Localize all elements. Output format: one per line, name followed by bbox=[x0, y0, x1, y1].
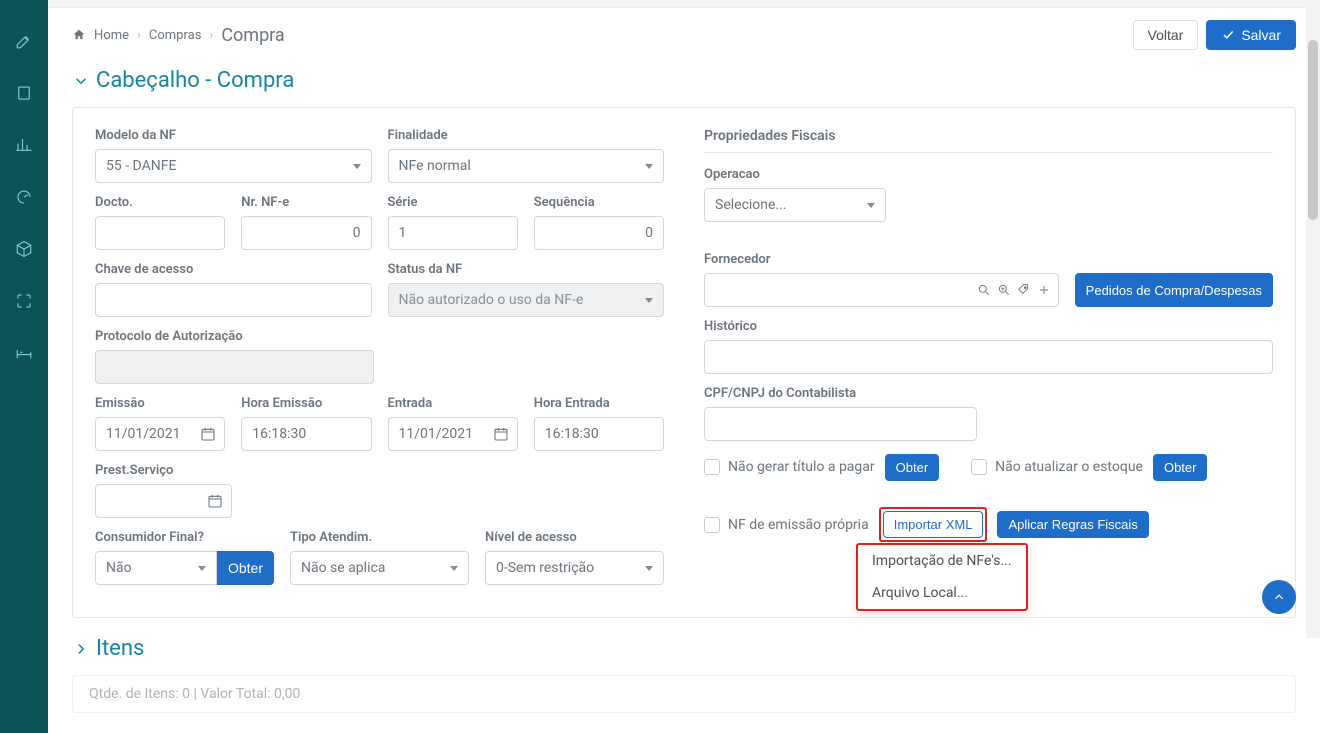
obter-titulo-button[interactable]: Obter bbox=[885, 454, 940, 481]
label-emissao: Emissão bbox=[95, 396, 225, 411]
breadcrumb-compras[interactable]: Compras bbox=[149, 28, 202, 43]
scroll-top-button[interactable] bbox=[1262, 580, 1296, 614]
calendar-icon bbox=[207, 493, 223, 509]
dropdown-item-arquivo-local[interactable]: Arquivo Local... bbox=[858, 577, 1026, 609]
main: Home › Compras › Compra Voltar Salvar Ca… bbox=[48, 0, 1320, 733]
label-chave: Chave de acesso bbox=[95, 262, 372, 277]
input-hora-emissao[interactable]: 16:18:30 bbox=[241, 417, 371, 451]
label-fornecedor: Fornecedor bbox=[704, 252, 1059, 267]
input-sequencia[interactable]: 0 bbox=[534, 216, 664, 250]
scrollbar[interactable] bbox=[1306, 0, 1320, 638]
input-prest-servico[interactable] bbox=[95, 484, 232, 518]
calendar-icon bbox=[200, 426, 216, 442]
obter-estoque-button[interactable]: Obter bbox=[1153, 454, 1208, 481]
salvar-label: Salvar bbox=[1241, 27, 1281, 43]
input-nr-nfe[interactable]: 0 bbox=[241, 216, 371, 250]
nav-box-icon[interactable] bbox=[13, 238, 35, 260]
label-hora-entrada: Hora Entrada bbox=[534, 396, 664, 411]
checkbox-nao-atualizar-estoque[interactable] bbox=[971, 459, 987, 475]
label-consumidor-final: Consumidor Final? bbox=[95, 530, 274, 545]
label-nivel-acesso: Nível de acesso bbox=[485, 530, 664, 545]
nav-hotel-icon[interactable] bbox=[13, 342, 35, 364]
label-tipo-atendim: Tipo Atendim. bbox=[290, 530, 469, 545]
label-entrada: Entrada bbox=[388, 396, 518, 411]
nav-document-icon[interactable] bbox=[13, 82, 35, 104]
select-nivel-acesso[interactable]: 0-Sem restrição bbox=[485, 551, 664, 585]
importar-xml-dropdown: Importação de NFe's... Arquivo Local... bbox=[856, 543, 1028, 611]
sidebar bbox=[0, 0, 48, 733]
nav-chart-icon[interactable] bbox=[13, 134, 35, 156]
select-finalidade[interactable]: NFe normal bbox=[388, 149, 665, 183]
label-historico: Histórico bbox=[704, 319, 1273, 334]
chevron-down-icon bbox=[72, 72, 90, 90]
checkbox-nf-emissao-propria[interactable] bbox=[704, 517, 720, 533]
select-status-nf: Não autorizado o uso da NF-e bbox=[388, 283, 665, 317]
label-nao-gerar-titulo: Não gerar título a pagar bbox=[728, 459, 875, 475]
input-chave[interactable] bbox=[95, 283, 372, 317]
right-column: Propriedades Fiscais Operacao Selecione.… bbox=[704, 128, 1273, 597]
label-nf-emissao-propria: NF de emissão própria bbox=[728, 517, 869, 533]
scrollbar-thumb[interactable] bbox=[1308, 40, 1318, 220]
label-status-nf: Status da NF bbox=[388, 262, 665, 277]
label-nao-atualizar-estoque: Não atualizar o estoque bbox=[995, 459, 1143, 475]
select-operacao[interactable]: Selecione... bbox=[704, 188, 886, 222]
select-modelo-nf[interactable]: 55 - DANFE bbox=[95, 149, 372, 183]
label-prest-servico: Prest.Serviço bbox=[95, 463, 232, 478]
voltar-button[interactable]: Voltar bbox=[1133, 20, 1199, 50]
label-sequencia: Sequência bbox=[534, 195, 664, 210]
select-consumidor-final[interactable]: Não bbox=[95, 551, 217, 585]
label-modelo-nf: Modelo da NF bbox=[95, 128, 372, 143]
chevron-right-icon bbox=[72, 640, 90, 658]
input-serie[interactable]: 1 bbox=[388, 216, 518, 250]
input-historico[interactable] bbox=[704, 340, 1273, 374]
label-protocolo: Protocolo de Autorização bbox=[95, 329, 374, 344]
breadcrumb: Home › Compras › Compra bbox=[72, 25, 285, 46]
label-finalidade: Finalidade bbox=[388, 128, 665, 143]
input-cpf-cnpj[interactable] bbox=[704, 407, 977, 441]
dropdown-item-importacao-nfes[interactable]: Importação de NFe's... bbox=[858, 545, 1026, 577]
plus-icon[interactable] bbox=[1037, 283, 1051, 297]
salvar-button[interactable]: Salvar bbox=[1206, 20, 1296, 50]
nav-dashboard-icon[interactable] bbox=[13, 186, 35, 208]
itens-footer: Qtde. de Itens: 0 | Valor Total: 0,00 bbox=[72, 675, 1296, 713]
label-serie: Série bbox=[388, 195, 518, 210]
label-docto: Docto. bbox=[95, 195, 225, 210]
select-tipo-atendim[interactable]: Não se aplica bbox=[290, 551, 469, 585]
section-title-cabecalho[interactable]: Cabeçalho - Compra bbox=[72, 68, 1296, 93]
breadcrumb-home[interactable]: Home bbox=[94, 28, 129, 43]
input-hora-entrada[interactable]: 16:18:30 bbox=[534, 417, 664, 451]
obter-consumidor-button[interactable]: Obter bbox=[217, 551, 274, 585]
search-icon[interactable] bbox=[977, 283, 991, 297]
breadcrumb-current: Compra bbox=[221, 25, 284, 46]
nav-expand-icon[interactable] bbox=[13, 290, 35, 312]
tag-icon[interactable] bbox=[1017, 283, 1031, 297]
input-emissao[interactable]: 11/01/2021 bbox=[95, 417, 225, 451]
input-docto[interactable] bbox=[95, 216, 225, 250]
left-column: Modelo da NF 55 - DANFE Finalidade NFe n… bbox=[95, 128, 664, 597]
label-hora-emissao: Hora Emissão bbox=[241, 396, 371, 411]
nav-edit-icon[interactable] bbox=[13, 30, 35, 52]
input-protocolo bbox=[95, 350, 374, 384]
pedidos-compra-button[interactable]: Pedidos de Compra/Despesas bbox=[1075, 273, 1273, 307]
home-icon bbox=[72, 28, 86, 42]
label-cpf-cnpj: CPF/CNPJ do Contabilista bbox=[704, 386, 977, 401]
importar-xml-button[interactable]: Importar XML bbox=[883, 511, 984, 538]
checkbox-nao-gerar-titulo[interactable] bbox=[704, 459, 720, 475]
label-operacao: Operacao bbox=[704, 167, 886, 182]
input-entrada[interactable]: 11/01/2021 bbox=[388, 417, 518, 451]
aplicar-regras-button[interactable]: Aplicar Regras Fiscais bbox=[997, 511, 1148, 538]
label-nr-nfe: Nr. NF-e bbox=[241, 195, 371, 210]
calendar-icon bbox=[493, 426, 509, 442]
zoom-in-icon[interactable] bbox=[997, 283, 1011, 297]
section-title-itens[interactable]: Itens bbox=[72, 636, 1296, 661]
prop-fiscais-title: Propriedades Fiscais bbox=[704, 128, 1273, 144]
